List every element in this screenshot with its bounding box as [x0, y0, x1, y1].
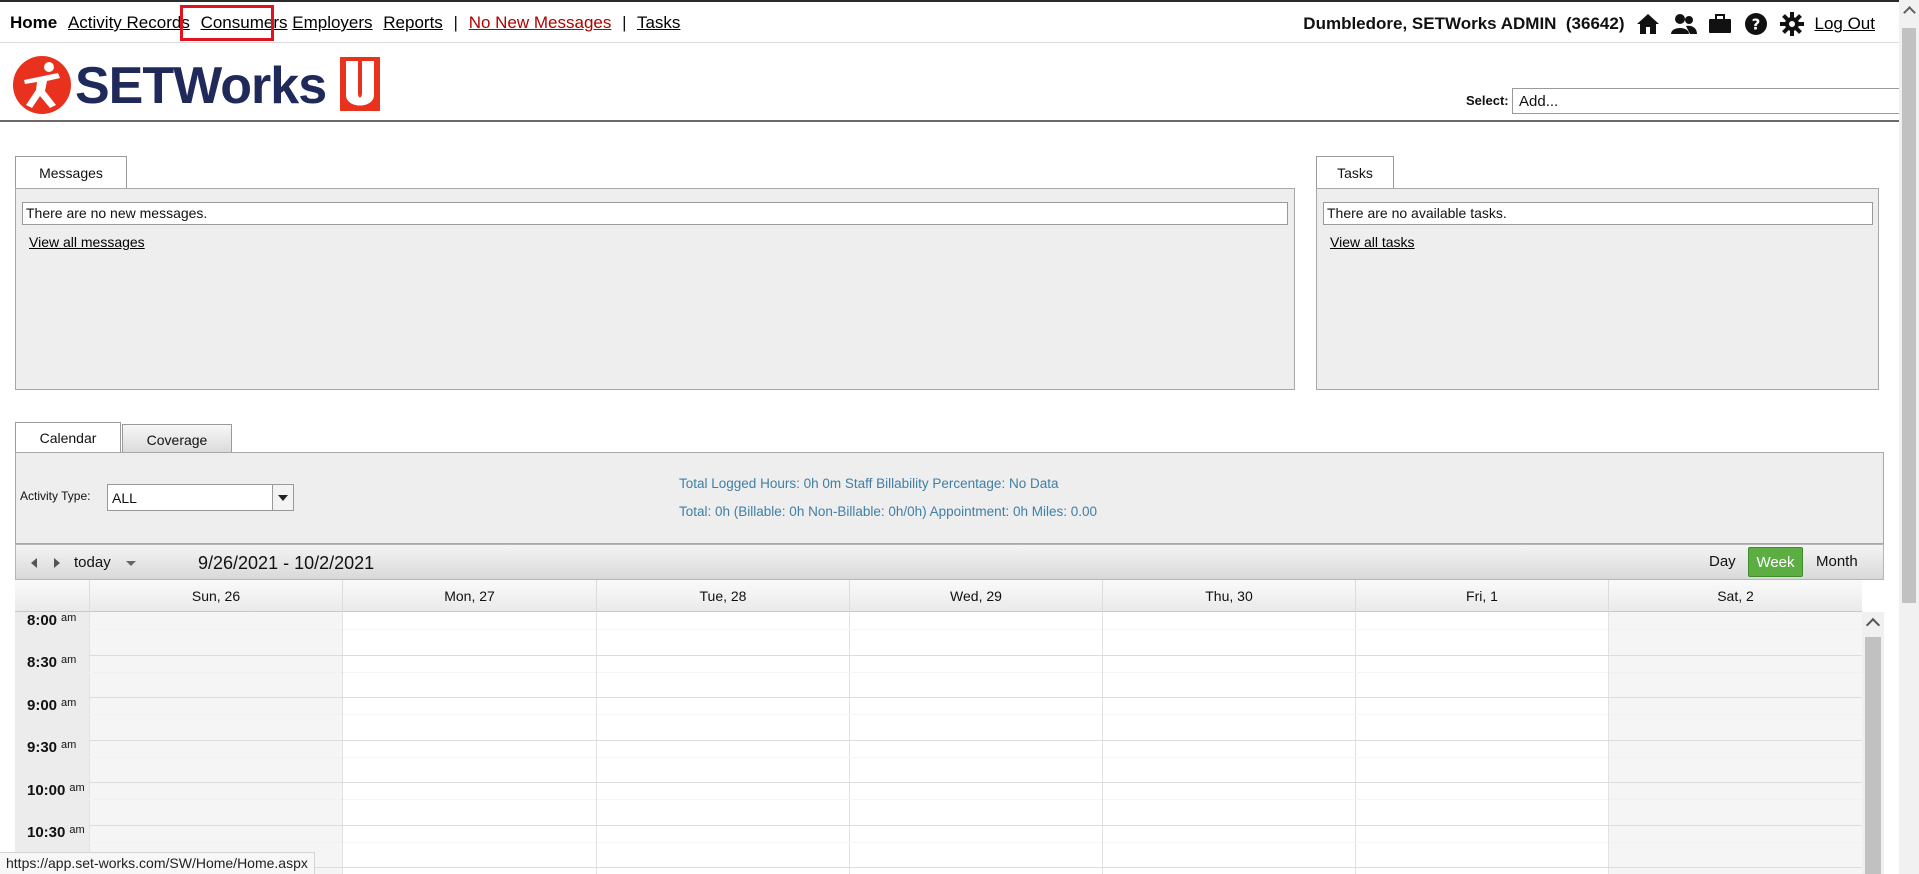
calendar-filter-bar: Activity Type: ALL Total Logged Hours: 0…	[15, 452, 1884, 544]
activity-type-label: Activity Type:	[20, 489, 91, 503]
scrollbar-thumb[interactable]	[1865, 637, 1881, 874]
calendar-week-grid: Sun, 26 Mon, 27 Tue, 28 Wed, 29 Thu, 30 …	[15, 580, 1862, 874]
messages-panel: There are no new messages. View all mess…	[15, 188, 1295, 390]
user-menu: Dumbledore, SETWorks ADMIN (36642) ? Log…	[1303, 10, 1899, 38]
home-icon[interactable]	[1635, 11, 1661, 37]
day-column-wed[interactable]	[849, 612, 1102, 874]
day-header: Sun, 26	[89, 580, 342, 612]
tab-tasks[interactable]: Tasks	[1316, 156, 1394, 189]
logout-link[interactable]: Log Out	[1815, 14, 1876, 34]
time-label: 8:00 am	[27, 612, 77, 629]
day-column-mon[interactable]	[342, 612, 596, 874]
time-column-header	[15, 580, 89, 612]
help-icon[interactable]: ?	[1743, 11, 1769, 37]
chevron-down-icon[interactable]	[272, 485, 293, 510]
nav-separator: |	[622, 13, 627, 32]
next-arrow-icon[interactable]	[54, 558, 60, 568]
previous-arrow-icon[interactable]	[31, 558, 37, 568]
view-all-messages-link[interactable]: View all messages	[29, 234, 145, 250]
day-column-fri[interactable]	[1355, 612, 1608, 874]
time-label: 9:00 am	[27, 697, 77, 714]
day-header: Tue, 28	[596, 580, 849, 612]
chevron-down-icon[interactable]	[126, 561, 136, 566]
nav-messages[interactable]: No New Messages	[469, 13, 612, 32]
user-name: Dumbledore, SETWorks ADMIN (36642)	[1303, 14, 1625, 33]
nav-separator: |	[453, 13, 458, 32]
grid-line	[89, 740, 1862, 741]
settings-gear-icon[interactable]	[1779, 11, 1805, 37]
stats-totals: Total: 0h (Billable: 0h Non-Billable: 0h…	[679, 504, 1097, 519]
briefcase-icon[interactable]	[1707, 11, 1733, 37]
tab-calendar[interactable]: Calendar	[15, 422, 121, 454]
tasks-empty-text: There are no available tasks.	[1323, 202, 1873, 225]
status-url: https://app.set-works.com/SW/Home/Home.a…	[0, 852, 315, 874]
day-header: Wed, 29	[849, 580, 1102, 612]
nav-employers[interactable]: Employers	[292, 13, 372, 32]
grid-subline	[89, 842, 1862, 843]
time-label: 8:30 am	[27, 654, 77, 671]
grid-subline	[89, 714, 1862, 715]
grid-subline	[89, 799, 1862, 800]
grid-line	[89, 825, 1862, 826]
svg-text:?: ?	[1751, 16, 1760, 34]
tasks-panel: There are no available tasks. View all t…	[1316, 188, 1879, 390]
nav-activity-records[interactable]: Activity Records	[68, 13, 190, 32]
date-range: 9/26/2021 - 10/2/2021	[198, 553, 375, 573]
time-label: 9:30 am	[27, 739, 77, 756]
scrollbar-thumb[interactable]	[1902, 28, 1916, 603]
grid-line	[89, 782, 1862, 783]
stats-logged-hours: Total Logged Hours: 0h 0m Staff Billabil…	[679, 476, 1059, 491]
users-icon[interactable]	[1670, 11, 1697, 37]
calendar-toolbar: today 9/26/2021 - 10/2/2021 Day Week Mon…	[15, 544, 1884, 580]
time-label: 10:00 am	[27, 782, 85, 799]
day-column-thu[interactable]	[1102, 612, 1355, 874]
view-day-button[interactable]: Day	[1709, 553, 1736, 570]
page-scrollbar[interactable]	[1899, 0, 1919, 874]
setworks-logo: SETWorks	[12, 53, 384, 115]
grid-subline	[89, 629, 1862, 630]
svg-text:SETWorks: SETWorks	[75, 57, 326, 115]
day-header: Thu, 30	[1102, 580, 1355, 612]
grid-line	[89, 655, 1862, 656]
day-column-sun[interactable]	[89, 612, 342, 874]
day-header: Mon, 27	[342, 580, 596, 612]
calendar-scrollbar[interactable]	[1862, 612, 1884, 874]
grid-subline	[89, 672, 1862, 673]
activity-type-value: ALL	[112, 490, 137, 506]
tab-coverage[interactable]: Coverage	[122, 424, 232, 453]
nav-tasks[interactable]: Tasks	[637, 13, 680, 32]
select-label: Select:	[1466, 93, 1509, 108]
tab-messages[interactable]: Messages	[15, 156, 127, 189]
day-header: Sat, 2	[1608, 580, 1862, 612]
scroll-up-icon[interactable]	[1903, 6, 1916, 19]
view-week-button[interactable]: Week	[1748, 547, 1803, 577]
nav-reports[interactable]: Reports	[383, 13, 443, 32]
main-menu: Home Activity Records Consumers Employer…	[10, 13, 680, 33]
messages-empty-text: There are no new messages.	[22, 202, 1288, 225]
day-column-sat[interactable]	[1608, 612, 1862, 874]
time-label: 10:30 am	[27, 824, 85, 841]
nav-home[interactable]: Home	[10, 13, 57, 32]
consumers-highlight-box	[180, 5, 274, 41]
view-all-tasks-link[interactable]: View all tasks	[1330, 234, 1415, 250]
select-value: Add...	[1519, 93, 1559, 110]
grid-line	[89, 867, 1862, 868]
add-select-dropdown[interactable]: Add...	[1512, 88, 1918, 114]
page-header: SETWorks Select: Add...	[0, 43, 1918, 122]
scroll-up-icon[interactable]	[1865, 617, 1881, 633]
day-header: Fri, 1	[1355, 580, 1608, 612]
top-navigation: Home Activity Records Consumers Employer…	[0, 0, 1899, 43]
grid-line	[89, 697, 1862, 698]
activity-type-select[interactable]: ALL	[107, 484, 294, 511]
view-month-button[interactable]: Month	[1816, 553, 1858, 570]
grid-subline	[89, 757, 1862, 758]
day-column-tue[interactable]	[596, 612, 849, 874]
today-button[interactable]: today	[74, 554, 111, 571]
